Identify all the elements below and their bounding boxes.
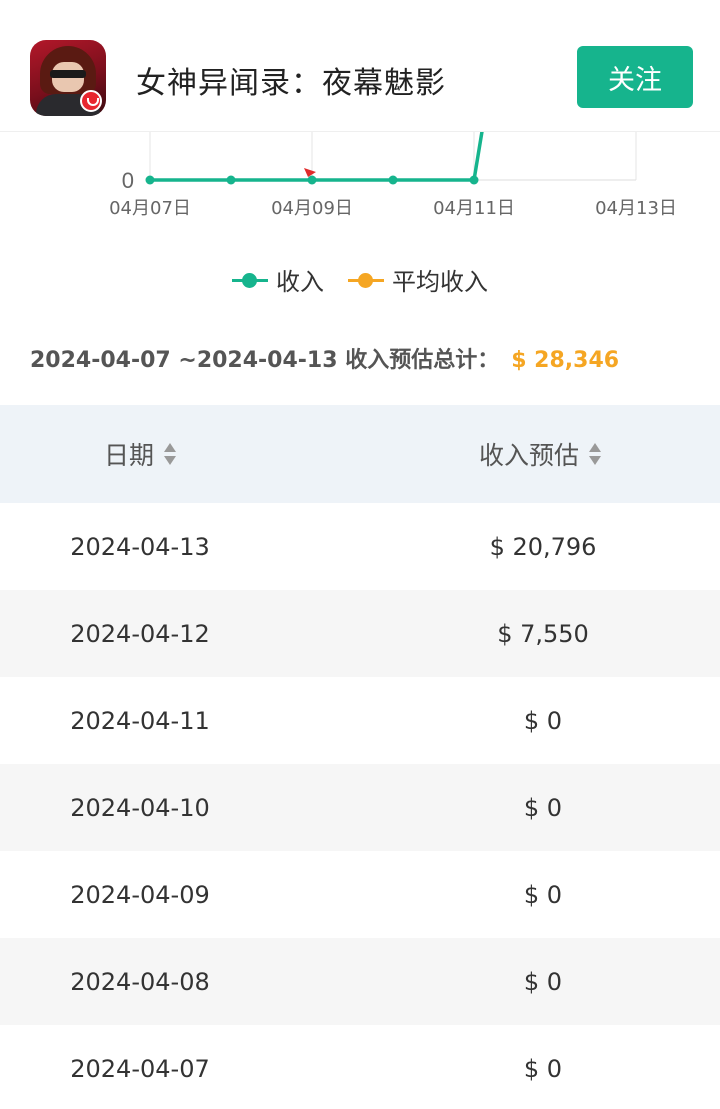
table-row: 2024-04-07 $ 0	[0, 1025, 720, 1109]
cell-revenue: $ 0	[523, 967, 563, 996]
app-title: 女神异闻录：夜幕魅影	[136, 66, 446, 101]
column-header-revenue-label: 收入预估	[478, 441, 579, 470]
summary-range: 2024-04-07 ~2024-04-13 收入预估总计：	[30, 348, 500, 373]
table-row: 2024-04-09 $ 0	[0, 851, 720, 938]
column-header-revenue[interactable]: 收入预估	[360, 405, 720, 503]
summary-total: $ 28,346	[511, 348, 620, 373]
x-tick-label: 04月11日	[433, 198, 515, 219]
cell-date: 2024-04-12	[70, 619, 210, 648]
cell-date: 2024-04-08	[70, 967, 210, 996]
table-header: 日期 收入预估	[0, 405, 720, 503]
legend-item-income[interactable]: 收入	[232, 262, 324, 297]
follow-button[interactable]: 关注	[577, 46, 693, 108]
cell-date: 2024-04-10	[70, 793, 210, 822]
table-body: 2024-04-13 $ 20,796 2024-04-12 $ 7,550 2…	[0, 503, 720, 1109]
event-flag-icon	[304, 168, 316, 177]
cell-date: 2024-04-09	[70, 880, 210, 909]
data-point	[307, 175, 317, 185]
legend-average-marker-icon	[348, 270, 384, 290]
cell-revenue: $ 0	[523, 706, 563, 735]
revenue-summary: 2024-04-07 ~2024-04-13 收入预估总计： $ 28,346	[30, 342, 619, 374]
table-row: 2024-04-10 $ 0	[0, 764, 720, 851]
chart-legend: 收入 平均收入	[0, 262, 720, 297]
icon-mask	[50, 70, 86, 78]
legend-average-label: 平均收入	[392, 268, 488, 296]
x-tick-label: 04月09日	[271, 198, 353, 219]
cell-revenue: $ 20,796	[489, 532, 597, 561]
legend-income-marker-icon	[232, 270, 268, 290]
legend-income-label: 收入	[276, 268, 324, 296]
data-point	[388, 175, 398, 185]
sort-icon[interactable]	[164, 441, 176, 467]
column-header-date-label: 日期	[103, 441, 154, 470]
data-point	[145, 175, 155, 185]
revenue-table: 日期 收入预估 2024-04-13 $ 20,796 2024-04-12 $…	[0, 405, 720, 1109]
data-point	[469, 175, 479, 185]
cell-date: 2024-04-11	[70, 706, 210, 735]
legend-item-average[interactable]: 平均收入	[348, 262, 488, 297]
cell-revenue: $ 0	[523, 1054, 563, 1083]
table-row: 2024-04-12 $ 7,550	[0, 590, 720, 677]
table-row: 2024-04-13 $ 20,796	[0, 503, 720, 590]
x-tick-label: 04月07日	[109, 198, 191, 219]
data-point	[226, 175, 236, 185]
cell-revenue: $ 0	[523, 880, 563, 909]
app-icon[interactable]	[30, 40, 106, 116]
cell-date: 2024-04-07	[70, 1054, 210, 1083]
sort-icon[interactable]	[589, 441, 601, 467]
app-header: 女神异闻录：夜幕魅影 关注	[0, 0, 720, 132]
y-tick-label: 0	[122, 168, 134, 193]
column-header-date[interactable]: 日期	[0, 405, 360, 503]
table-row: 2024-04-08 $ 0	[0, 938, 720, 1025]
table-row: 2024-04-11 $ 0	[0, 677, 720, 764]
x-tick-label: 04月13日	[595, 198, 677, 219]
cell-date: 2024-04-13	[70, 532, 210, 561]
cell-revenue: $ 0	[523, 793, 563, 822]
platform-badge-icon	[80, 90, 102, 112]
cell-revenue: $ 7,550	[497, 619, 589, 648]
